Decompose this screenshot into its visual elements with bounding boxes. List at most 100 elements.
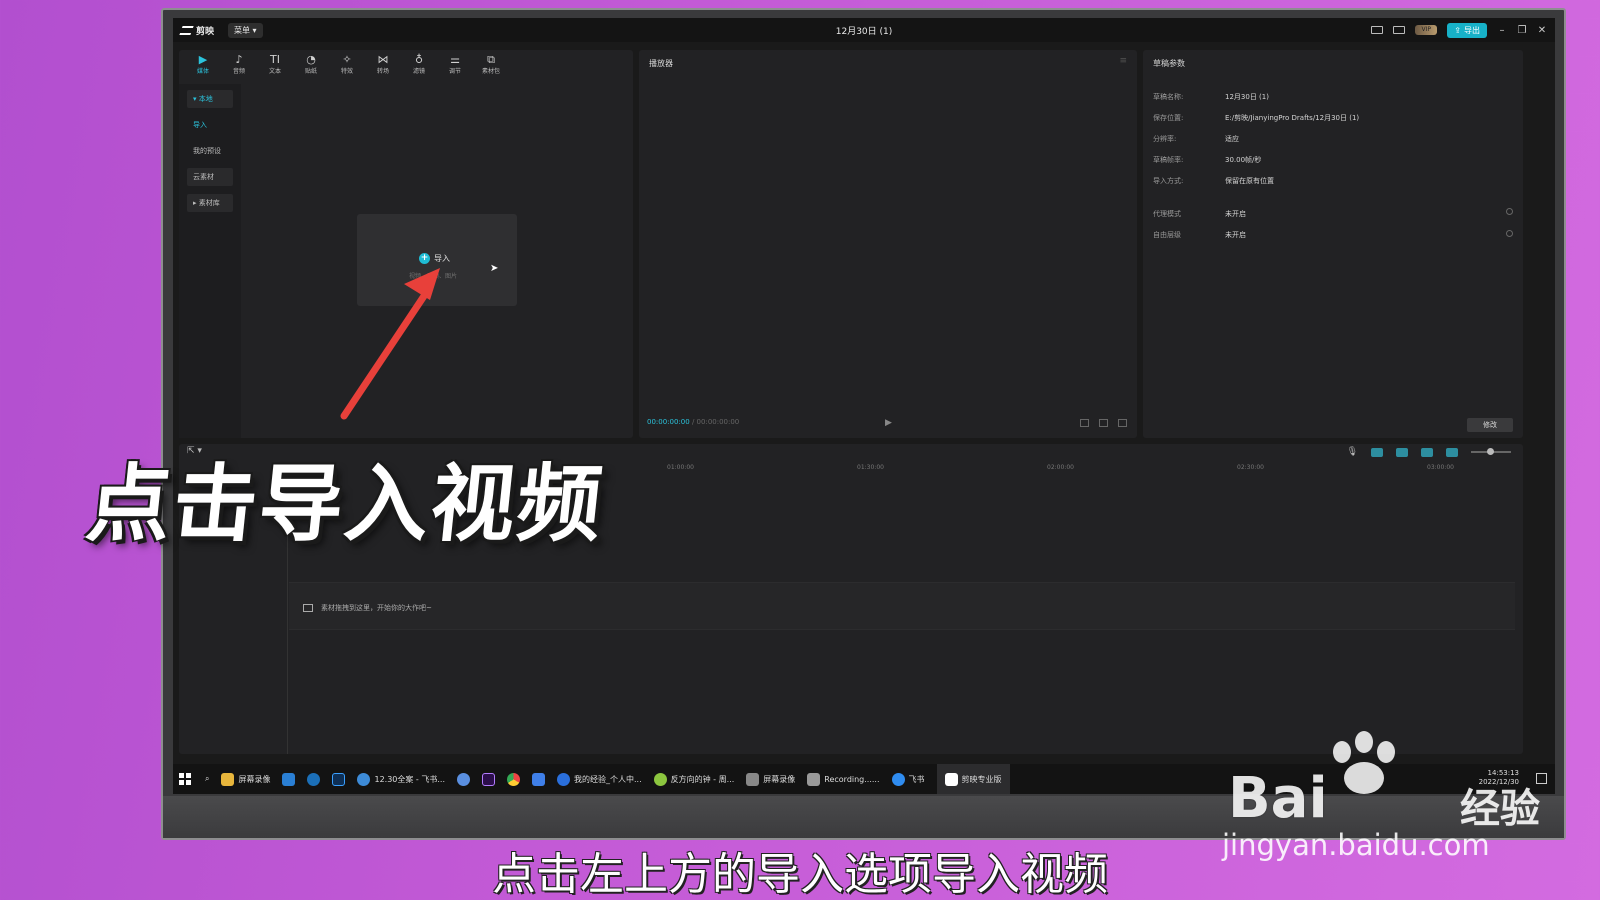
- recording-icon: [807, 772, 821, 786]
- taskbar-app-icon[interactable]: [457, 772, 470, 786]
- music-icon: [653, 772, 667, 786]
- export-button[interactable]: ⇪ 导出: [1447, 22, 1487, 38]
- sidebar-item-library[interactable]: ▸ 素材库: [187, 194, 233, 212]
- tab-effects[interactable]: ✧ 特效: [329, 50, 365, 80]
- draft-header: 草稿参数: [1153, 59, 1185, 68]
- import-hint: 视频、音频、图片: [409, 273, 458, 280]
- draft-key: 代理模式: [1153, 210, 1181, 218]
- tab-label: 滤镜: [412, 68, 425, 75]
- taskbar-app-icon[interactable]: [482, 772, 495, 786]
- taskbar-item[interactable]: 屏幕录像: [221, 772, 271, 786]
- taskbar-label: 飞书: [908, 774, 925, 784]
- player-timecode: 00:00:00:00 / 00:00:00:00: [647, 418, 740, 426]
- import-dropzone[interactable]: + 导入 视频、音频、图片: [357, 214, 517, 306]
- taskbar-app-icon[interactable]: [282, 772, 296, 786]
- keyboard-icon[interactable]: [1371, 26, 1384, 34]
- taskbar-item[interactable]: 我的经验_个人中...: [557, 772, 642, 786]
- snap-icon[interactable]: [1371, 447, 1383, 457]
- main-track[interactable]: 素材拖拽到这里，开始你的大作吧~: [289, 582, 1515, 630]
- play-icon[interactable]: ▶: [885, 418, 892, 428]
- text-icon: TI: [270, 53, 280, 66]
- sidebar-label: 本地: [198, 95, 213, 103]
- capcut-icon: [944, 772, 958, 786]
- taskbar-item[interactable]: 反方向的钟 - 周...: [653, 772, 734, 786]
- export-label: 导出: [1464, 25, 1480, 35]
- audio-icon: ♪: [235, 53, 243, 66]
- ruler-tick: 02:00:00: [1047, 464, 1074, 471]
- taskbar-item-active[interactable]: 剪映专业版: [936, 764, 1010, 794]
- taskbar-item[interactable]: Recording......: [807, 772, 880, 786]
- taskbar-app-icon[interactable]: [332, 772, 346, 786]
- tab-audio[interactable]: ♪ 音频: [221, 50, 257, 80]
- draft-panel: 草稿参数 草稿名称: 12月30日 (1) 保存位置: E:/剪映/Jianying…: [1143, 50, 1523, 438]
- tab-adjust[interactable]: ⚌ 调节: [437, 50, 473, 80]
- tab-filter[interactable]: ♁ 滤镜: [401, 50, 437, 80]
- recorder-icon: [746, 772, 760, 786]
- minimize-icon[interactable]: –: [1497, 25, 1507, 36]
- screen: 剪映 菜单 ▾ 12月30日 (1) VIP ⇪ 导出 – ❐ ✕ ▶ 媒体 ♪ 音…: [173, 18, 1555, 794]
- sidebar-item-cloud[interactable]: 云素材: [187, 168, 233, 186]
- tab-package[interactable]: ⧉ 素材包: [473, 50, 509, 80]
- tab-text[interactable]: TI 文本: [257, 50, 293, 80]
- preview-axis-icon[interactable]: [1421, 447, 1433, 457]
- windows-start-icon[interactable]: [179, 773, 191, 785]
- tab-label: 贴纸: [304, 68, 317, 75]
- menu-icon[interactable]: ≡: [1119, 56, 1127, 66]
- vip-badge[interactable]: VIP: [1415, 25, 1438, 35]
- taskbar-label: 屏幕录像: [238, 774, 271, 784]
- taskbar-app-icon[interactable]: [532, 772, 545, 786]
- fullscreen-icon[interactable]: [1118, 419, 1127, 427]
- watermark-brand-tail: 经验: [1460, 786, 1540, 832]
- draft-key: 草稿名称:: [1153, 93, 1184, 101]
- zoom-knob[interactable]: [1487, 448, 1494, 455]
- effects-icon: ✧: [342, 53, 352, 66]
- info-icon[interactable]: [1506, 230, 1513, 237]
- microphone-icon[interactable]: 🎙: [1347, 447, 1358, 457]
- taskbar-item[interactable]: 飞书: [891, 772, 925, 786]
- import-button[interactable]: + 导入: [419, 253, 450, 264]
- draft-value: 12月30日 (1): [1225, 93, 1269, 101]
- link-icon[interactable]: [1396, 447, 1408, 457]
- sidebar-item-import[interactable]: 导入: [187, 116, 233, 134]
- taskbar-item[interactable]: 12.30全案 - 飞书...: [357, 772, 445, 786]
- sidebar-item-local[interactable]: ▾ 本地: [187, 90, 233, 108]
- draft-row: 代理模式 未开启: [1153, 209, 1246, 219]
- close-icon[interactable]: ✕: [1537, 25, 1547, 36]
- app-icon: [307, 772, 321, 786]
- taskbar-item[interactable]: 屏幕录像: [746, 772, 795, 786]
- draft-value: 适应: [1225, 135, 1239, 143]
- search-icon[interactable]: ⌕: [205, 774, 209, 784]
- tab-label: 特效: [340, 68, 353, 75]
- ruler-tick: 02:30:00: [1237, 464, 1264, 471]
- track-hint-text: 素材拖拽到这里，开始你的大作吧~: [321, 604, 432, 612]
- draft-value: 未开启: [1225, 210, 1246, 218]
- draft-value: 30.00帧/秒: [1225, 156, 1262, 164]
- tab-label: 音频: [232, 68, 245, 75]
- ratio-icon[interactable]: [1099, 419, 1108, 427]
- browser-icon: [557, 772, 570, 786]
- app-icon: [282, 772, 296, 786]
- tab-sticker[interactable]: ◔ 贴纸: [293, 50, 329, 80]
- draft-value: E:/剪映/JianyingPro Drafts/12月30日 (1): [1225, 114, 1360, 122]
- zoom-slider[interactable]: [1471, 448, 1511, 455]
- ruler-tick: 01:00:00: [667, 464, 694, 471]
- modify-button[interactable]: 修改: [1467, 418, 1513, 432]
- info-icon[interactable]: [1506, 208, 1513, 215]
- restore-icon[interactable]: ❐: [1517, 25, 1527, 36]
- import-label: 导入: [434, 254, 450, 263]
- taskbar-app-icon[interactable]: [507, 772, 520, 786]
- sidebar-item-my-presets[interactable]: 我的预设: [187, 142, 233, 160]
- crop-icon[interactable]: [1080, 419, 1089, 427]
- tab-media[interactable]: ▶ 媒体: [185, 50, 221, 80]
- title-bar: 剪映 菜单 ▾ 12月30日 (1) VIP ⇪ 导出 – ❐ ✕: [173, 18, 1555, 42]
- ruler-tick: 01:30:00: [857, 464, 884, 471]
- tab-transition[interactable]: ⋈ 转场: [365, 50, 401, 80]
- track-icon[interactable]: [1446, 447, 1458, 457]
- layout-icon[interactable]: [1393, 26, 1406, 34]
- tab-label: 媒体: [196, 68, 209, 75]
- player-panel: 播放器 ≡ 00:00:00:00 / 00:00:00:00 ▶: [639, 50, 1137, 438]
- taskbar-app-icon[interactable]: [307, 772, 321, 786]
- menu-button[interactable]: 菜单 ▾: [228, 22, 263, 38]
- photoshop-icon: [332, 772, 346, 786]
- media-panel: ▶ 媒体 ♪ 音频 TI 文本 ◔ 贴纸 ✧ 特效 ⋈ 转场 ♁ 滤镜 ⚌ 调节 ⧉ 素材包 ▾ …: [179, 50, 633, 438]
